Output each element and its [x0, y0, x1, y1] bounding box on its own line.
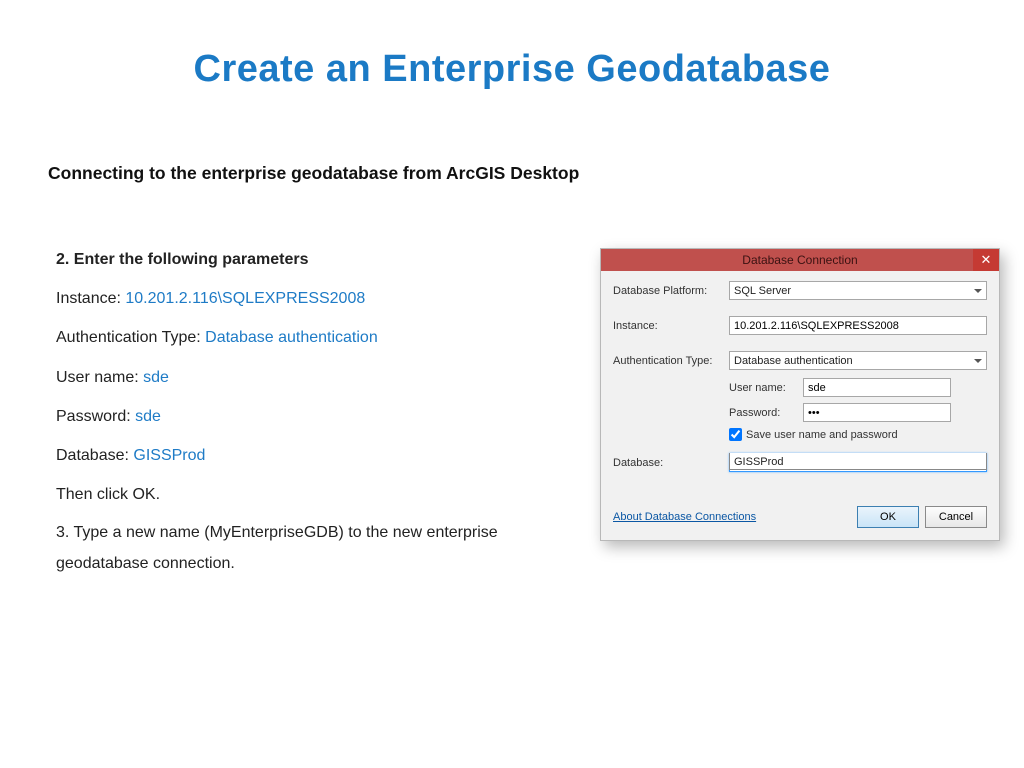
label-auth-dlg: Authentication Type:: [613, 355, 729, 367]
platform-select[interactable]: SQL Server: [729, 281, 987, 300]
database-dropdown-option[interactable]: GISSProd: [729, 453, 987, 470]
close-button[interactable]: ✕: [973, 249, 999, 271]
dialog-titlebar: Database Connection ✕: [601, 249, 999, 271]
label-database-dlg: Database:: [613, 457, 729, 469]
value-instance: 10.201.2.116\SQLEXPRESS2008: [125, 290, 365, 307]
close-icon: ✕: [981, 252, 992, 267]
value-user: sde: [143, 369, 169, 386]
value-db: GISSProd: [133, 447, 205, 464]
about-link[interactable]: About Database Connections: [613, 511, 756, 523]
step-2-header: 2. Enter the following parameters: [56, 240, 556, 279]
value-pass: sde: [135, 408, 161, 425]
label-platform: Database Platform:: [613, 285, 729, 297]
auth-select[interactable]: Database authentication: [729, 351, 987, 370]
username-input[interactable]: [803, 378, 951, 397]
save-credentials-checkbox[interactable]: [729, 428, 742, 441]
step-3-text: 3. Type a new name (MyEnterpriseGDB) to …: [56, 518, 556, 579]
label-user: User name:: [56, 369, 143, 386]
database-connection-dialog: Database Connection ✕ Database Platform:…: [600, 248, 1000, 541]
label-user-dlg: User name:: [729, 382, 803, 394]
password-input[interactable]: [803, 403, 951, 422]
instance-input[interactable]: [729, 316, 987, 335]
label-pass-dlg: Password:: [729, 407, 803, 419]
value-auth: Database authentication: [205, 329, 378, 346]
label-instance-dlg: Instance:: [613, 320, 729, 332]
label-instance: Instance:: [56, 290, 125, 307]
auth-value: Database authentication: [734, 355, 853, 367]
label-auth: Authentication Type:: [56, 329, 205, 346]
slide-subtitle: Connecting to the enterprise geodatabase…: [48, 163, 1024, 184]
instruction-text: 2. Enter the following parameters Instan…: [56, 240, 556, 579]
label-db: Database:: [56, 447, 133, 464]
cancel-button[interactable]: Cancel: [925, 506, 987, 528]
platform-value: SQL Server: [734, 285, 791, 297]
then-click-ok: Then click OK.: [56, 475, 556, 514]
label-pass: Password:: [56, 408, 135, 425]
dialog-title: Database Connection: [742, 253, 857, 267]
slide-title: Create an Enterprise Geodatabase: [0, 0, 1024, 91]
save-credentials-label: Save user name and password: [746, 429, 898, 441]
ok-button[interactable]: OK: [857, 506, 919, 528]
